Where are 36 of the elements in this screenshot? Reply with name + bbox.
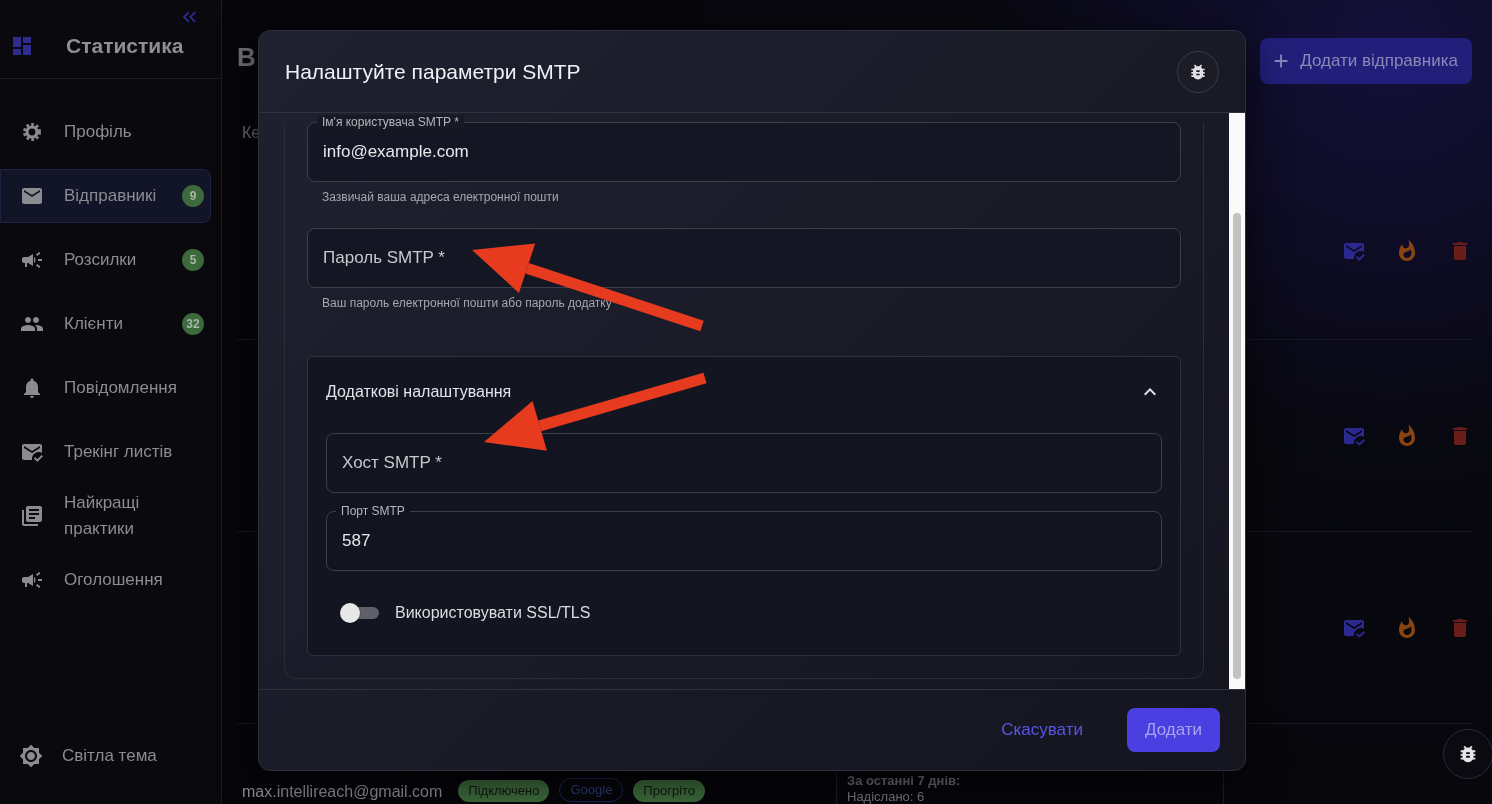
dialog-title: Налаштуйте параметри SMTP [285,59,581,84]
scrollbar[interactable] [1229,113,1245,689]
count-badge: 5 [182,249,204,271]
text-field[interactable]: Пароль SMTP * [307,228,1181,288]
sidebar-item[interactable]: Розсилки 5 [0,233,211,287]
field-label: Ім'я користувача SMTP * [317,115,464,129]
toggle-label: Використовувати SSL/TLS [395,604,591,622]
cancel-button[interactable]: Скасувати [983,708,1101,752]
sidebar-item[interactable]: Найкращі практики [0,489,211,543]
sidebar-item[interactable]: Клієнти 32 [0,297,211,351]
sidebar-item[interactable]: Профіль [0,105,211,159]
stats-title: За останні 7 днів: [847,774,962,788]
sender-email: max.intellireach@gmail.com [242,782,443,802]
status-tag: Прогріто [633,780,706,802]
gear-icon [20,120,44,144]
dashboard-icon [10,34,34,58]
add-sender-button[interactable]: Додати відправника [1260,38,1472,84]
app-title: Статистика [66,34,184,58]
brightness-icon [19,744,43,768]
helper-text: Ваш пароль електронної пошти або пароль додатку [321,295,613,310]
page-heading: В [237,42,256,73]
count-badge: 32 [182,313,204,335]
sidebar-item[interactable]: Оголошення [0,553,211,607]
text-field[interactable]: Хост SMTP * [326,433,1162,493]
status-tag: Підключено [458,780,550,802]
theme-toggle[interactable]: Світла тема [0,744,221,804]
panel-header[interactable]: Додаткові налаштування [326,357,1162,427]
field-label: Порт SMTP [336,504,410,518]
helper-text: Зазвичай ваша адреса електронної пошти [321,189,560,204]
sidebar-item[interactable]: Трекінг листів [0,425,211,479]
bug-report-button[interactable] [1177,50,1219,93]
sidebar-item[interactable]: Повідомлення [0,361,211,415]
document-stack-icon [20,504,44,528]
stats-value: Надіслано: 6 [847,790,926,804]
sidebar-item[interactable]: Відправникі 9 [0,169,211,223]
count-badge: 9 [182,185,204,207]
